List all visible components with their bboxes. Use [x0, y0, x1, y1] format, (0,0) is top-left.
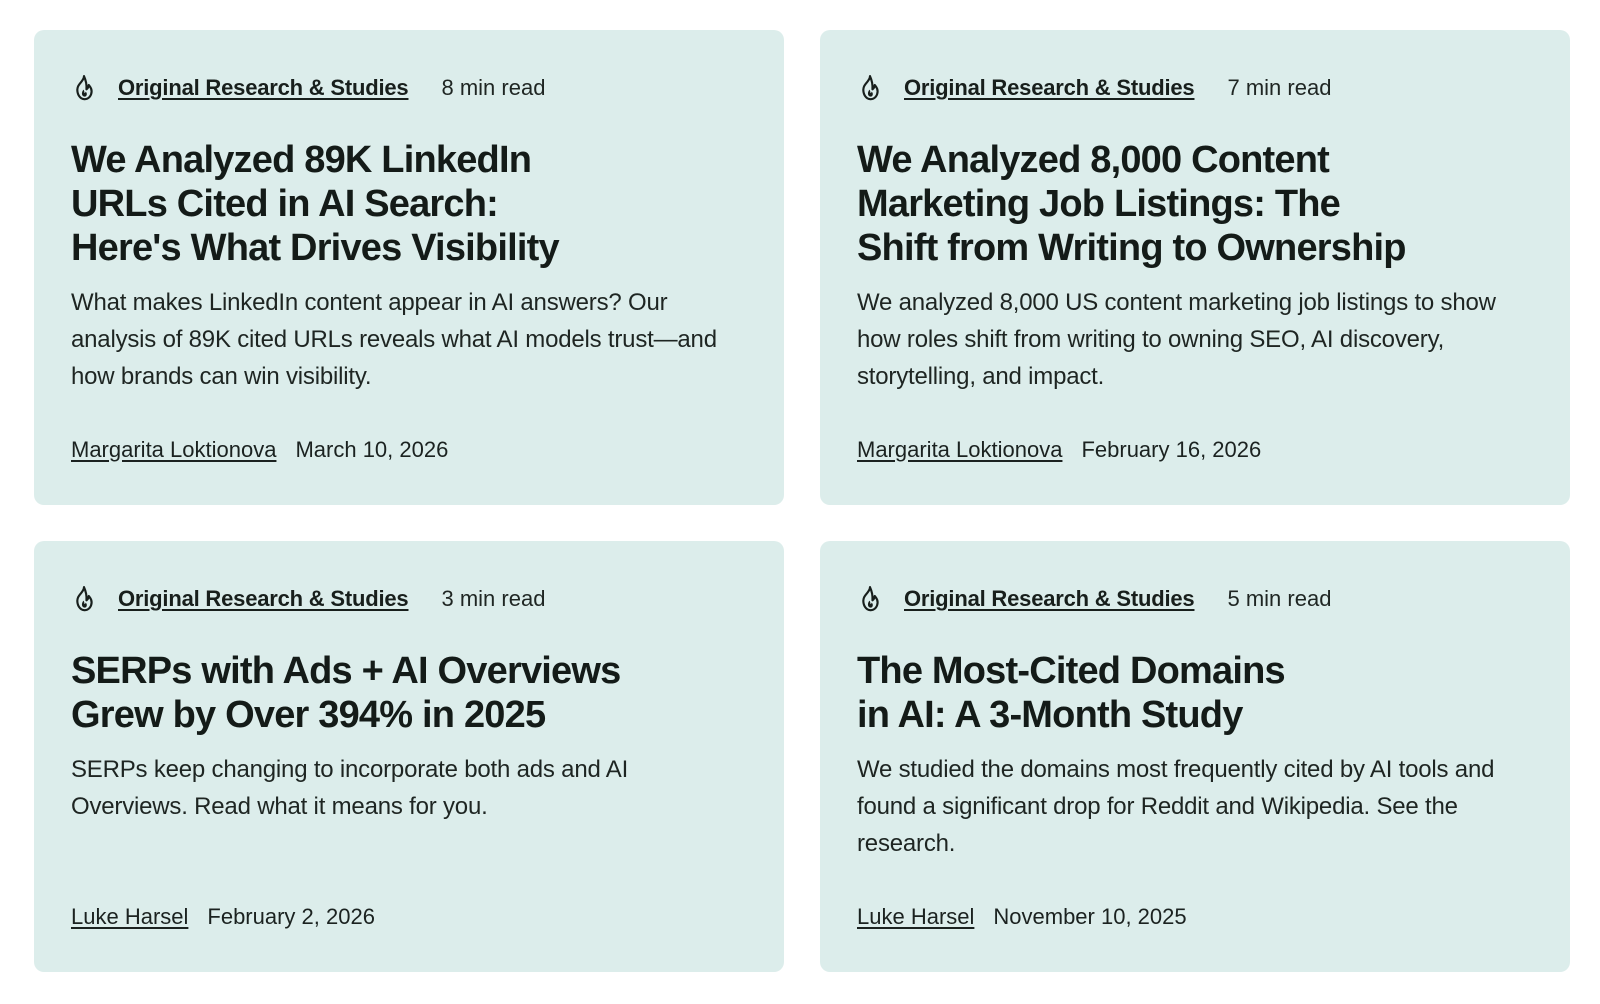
byline: Margarita Loktionova March 10, 2026 — [71, 437, 448, 463]
article-card[interactable]: Original Research & Studies 3 min read S… — [34, 541, 784, 972]
article-meta: Original Research & Studies 7 min read — [857, 70, 1533, 106]
author-link[interactable]: Luke Harsel — [71, 904, 188, 930]
article-title[interactable]: We Analyzed 89K LinkedIn URLs Cited in A… — [71, 138, 747, 270]
publish-date: March 10, 2026 — [295, 437, 449, 462]
author-link[interactable]: Margarita Loktionova — [71, 437, 276, 463]
article-summary: We studied the domains most frequently c… — [857, 756, 1495, 857]
title-line: in AI: A 3-Month Study — [857, 694, 1243, 736]
article-grid: Original Research & Studies 8 min read W… — [34, 30, 1570, 972]
article-summary: SERPs keep changing to incorporate both … — [71, 756, 629, 820]
byline: Luke Harsel February 2, 2026 — [71, 904, 375, 930]
article-title[interactable]: SERPs with Ads + AI Overviews Grew by Ov… — [71, 649, 747, 737]
article-card[interactable]: Original Research & Studies 5 min read T… — [820, 541, 1570, 972]
flame-icon — [862, 586, 879, 612]
article-card[interactable]: Original Research & Studies 8 min read W… — [34, 30, 784, 505]
publish-date: February 16, 2026 — [1081, 437, 1262, 462]
publish-date: November 10, 2025 — [993, 904, 1187, 929]
category-link[interactable]: Original Research & Studies — [904, 586, 1195, 612]
author-link[interactable]: Luke Harsel — [857, 904, 974, 930]
flame-icon — [76, 586, 93, 612]
category-link[interactable]: Original Research & Studies — [118, 586, 409, 612]
article-title[interactable]: We Analyzed 8,000 Content Marketing Job … — [857, 138, 1533, 270]
article-summary: What makes LinkedIn content appear in AI… — [71, 289, 717, 390]
byline: Margarita Loktionova February 16, 2026 — [857, 437, 1261, 463]
read-time: 5 min read — [1227, 586, 1332, 611]
byline: Luke Harsel November 10, 2025 — [857, 904, 1187, 930]
read-time: 8 min read — [441, 75, 546, 100]
title-line: We Analyzed 8,000 Content — [857, 139, 1330, 181]
publish-date: February 2, 2026 — [207, 904, 375, 929]
flame-icon — [76, 75, 93, 101]
article-title[interactable]: The Most-Cited Domains in AI: A 3-Month … — [857, 649, 1533, 737]
title-line: Shift from Writing to Ownership — [857, 227, 1407, 269]
category-link[interactable]: Original Research & Studies — [904, 75, 1195, 101]
title-line: Marketing Job Listings: The — [857, 183, 1341, 225]
title-line: The Most-Cited Domains — [857, 650, 1286, 692]
title-line: Here's What Drives Visibility — [71, 227, 560, 269]
title-line: URLs Cited in AI Search: — [71, 183, 499, 225]
title-line: SERPs with Ads + AI Overviews — [71, 650, 621, 692]
author-link[interactable]: Margarita Loktionova — [857, 437, 1062, 463]
article-meta: Original Research & Studies 8 min read — [71, 70, 747, 106]
article-card[interactable]: Original Research & Studies 7 min read W… — [820, 30, 1570, 505]
article-meta: Original Research & Studies 5 min read — [857, 581, 1533, 617]
title-line: We Analyzed 89K LinkedIn — [71, 139, 532, 181]
article-summary: We analyzed 8,000 US content marketing j… — [857, 289, 1496, 390]
read-time: 7 min read — [1227, 75, 1332, 100]
flame-icon — [862, 75, 879, 101]
title-line: Grew by Over 394% in 2025 — [71, 694, 546, 736]
category-link[interactable]: Original Research & Studies — [118, 75, 409, 101]
read-time: 3 min read — [441, 586, 546, 611]
article-meta: Original Research & Studies 3 min read — [71, 581, 747, 617]
